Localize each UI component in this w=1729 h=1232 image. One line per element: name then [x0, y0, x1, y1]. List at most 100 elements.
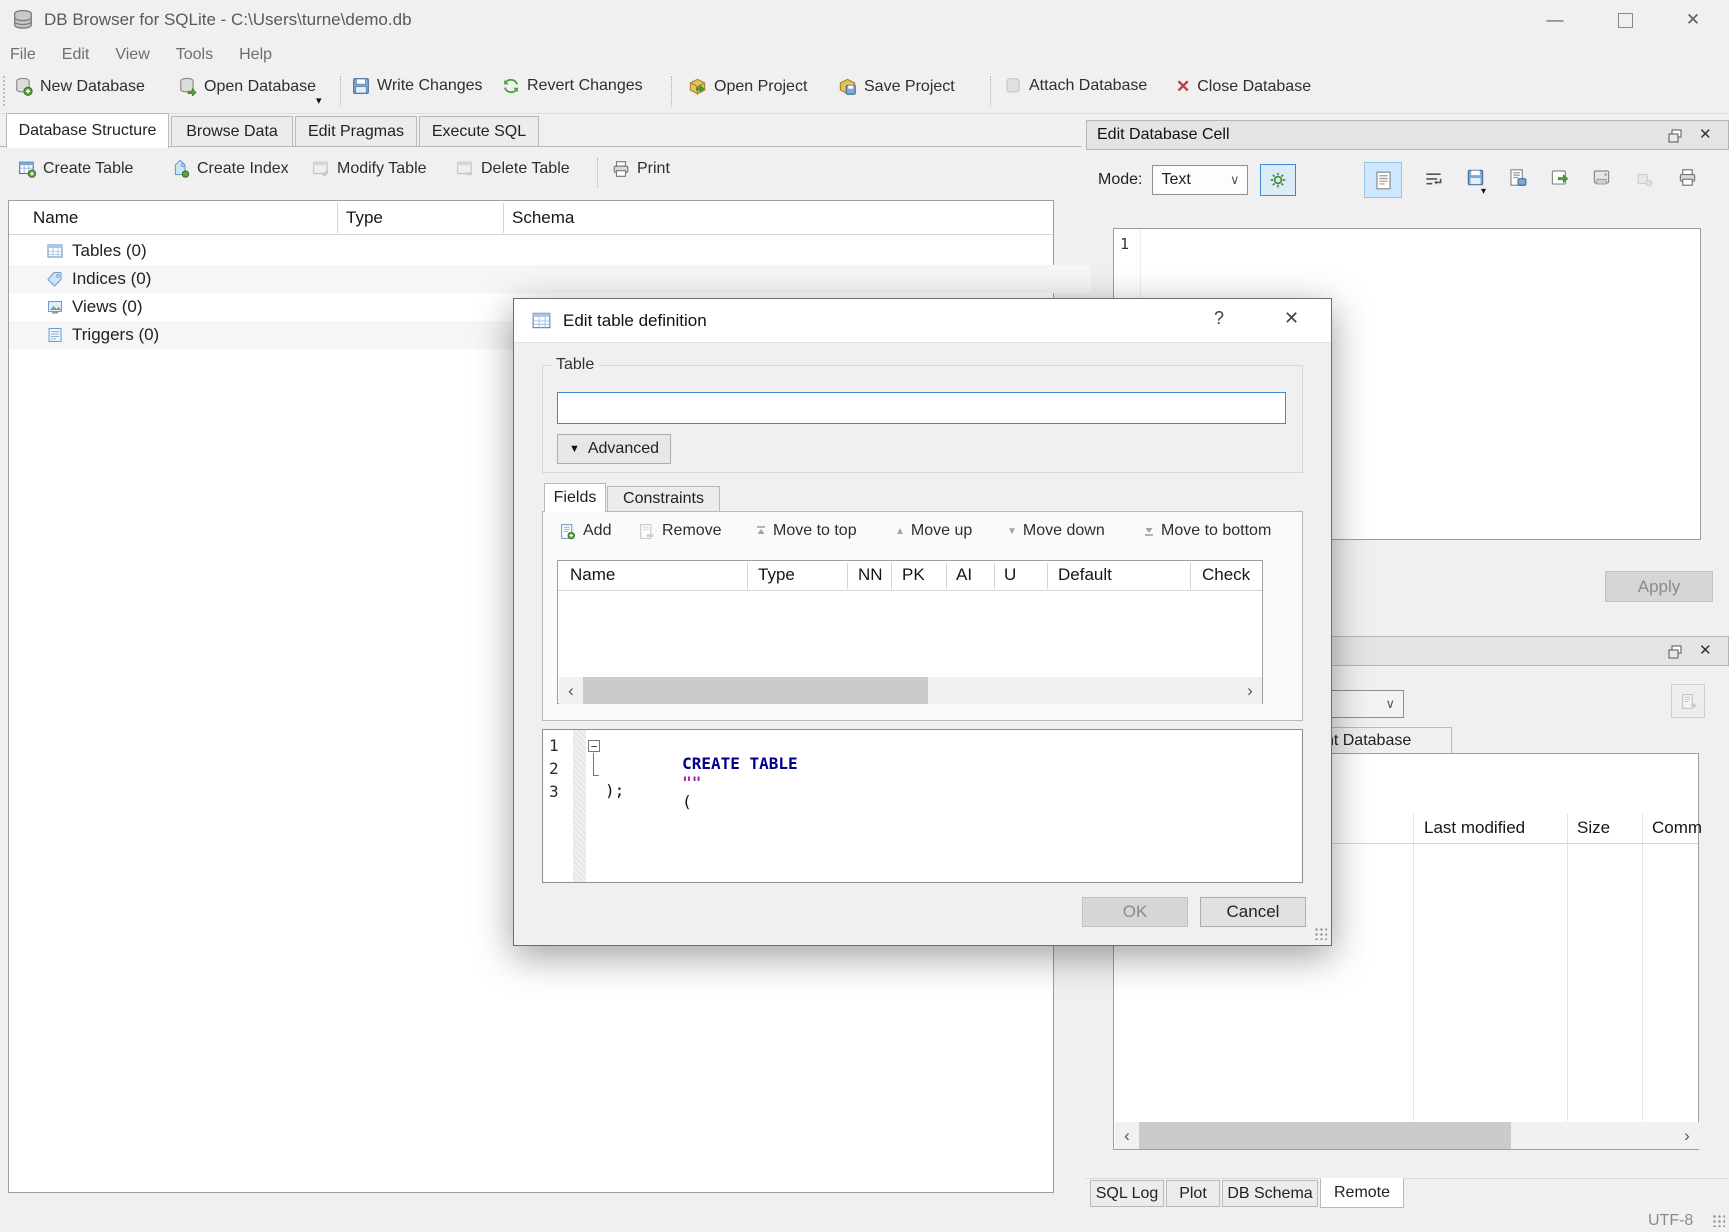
scroll-right-icon[interactable]: ›	[1675, 1126, 1699, 1146]
menu-view[interactable]: View	[115, 46, 149, 64]
tab-edit-pragmas[interactable]: Edit Pragmas	[295, 116, 417, 147]
delete-table-button: Delete Table	[456, 160, 570, 178]
cancel-button[interactable]: Cancel	[1200, 897, 1306, 927]
encoding-status[interactable]: UTF-8	[1648, 1212, 1693, 1230]
scroll-right-icon[interactable]: ›	[1238, 681, 1262, 701]
open-database-button[interactable]: Open Database	[178, 77, 316, 96]
toolbar-separator	[990, 76, 991, 106]
col-name[interactable]: Name	[570, 565, 615, 585]
open-database-dropdown-caret[interactable]: ▾	[316, 94, 322, 107]
tree-col-type[interactable]: Type	[346, 208, 383, 228]
col-size[interactable]: Size	[1577, 818, 1610, 838]
close-database-button[interactable]: ✕ Close Database	[1176, 77, 1311, 97]
help-button[interactable]: ?	[1214, 308, 1224, 329]
fold-marker-icon[interactable]: −	[588, 740, 600, 752]
import-text-icon[interactable]	[1466, 168, 1485, 187]
dialog-close-button[interactable]: ✕	[1284, 308, 1299, 329]
tab-sql-log[interactable]: SQL Log	[1090, 1180, 1164, 1207]
write-changes-button[interactable]: Write Changes	[352, 77, 483, 95]
menu-edit[interactable]: Edit	[62, 46, 90, 64]
chevron-down-icon: ∨	[1230, 172, 1240, 188]
toolbar-grip[interactable]	[3, 76, 8, 106]
create-table-button[interactable]: Create Table	[18, 160, 133, 178]
add-field-button[interactable]: Add	[559, 522, 611, 540]
save-dropdown-caret[interactable]: ▾	[1481, 186, 1486, 197]
minimize-button[interactable]: —	[1532, 0, 1578, 40]
float-panel-icon[interactable]	[1668, 129, 1682, 143]
tab-constraints[interactable]: Constraints	[607, 486, 720, 512]
col-type[interactable]: Type	[758, 565, 795, 585]
save-project-icon	[838, 77, 857, 96]
table-definition-icon	[532, 311, 551, 330]
mode-select[interactable]: Text ∨	[1152, 165, 1248, 195]
col-check[interactable]: Check	[1202, 565, 1250, 585]
tree-col-schema[interactable]: Schema	[512, 208, 574, 228]
close-button[interactable]: ✕	[1670, 0, 1716, 40]
remote-hscrollbar[interactable]: ‹ ›	[1115, 1122, 1699, 1149]
new-database-button[interactable]: New Database	[14, 77, 145, 96]
tree-item-indices[interactable]: Indices (0)	[9, 265, 1091, 293]
table-name-input[interactable]	[557, 392, 1286, 424]
open-project-icon	[688, 77, 707, 96]
dialog-title: Edit table definition	[563, 311, 707, 331]
maximize-icon	[1618, 13, 1633, 28]
menu-help[interactable]: Help	[239, 46, 272, 64]
col-default[interactable]: Default	[1058, 565, 1112, 585]
table-group-label: Table	[551, 356, 599, 374]
open-in-external-icon[interactable]	[1550, 168, 1569, 187]
fields-hscrollbar[interactable]: ‹ ›	[559, 677, 1262, 704]
col-comment[interactable]: Comm	[1652, 818, 1702, 838]
sql-line-3: );	[605, 781, 624, 800]
tab-plot[interactable]: Plot	[1166, 1180, 1220, 1207]
col-nn[interactable]: NN	[858, 565, 883, 585]
scroll-left-icon[interactable]: ‹	[559, 681, 583, 701]
print-button[interactable]: Print	[612, 160, 670, 178]
tab-fields[interactable]: Fields	[544, 483, 606, 512]
col-pk[interactable]: PK	[902, 565, 925, 585]
edit-cell-panel-header: Edit Database Cell ✕	[1086, 120, 1729, 150]
word-wrap-icon[interactable]	[1424, 170, 1443, 189]
tab-db-schema[interactable]: DB Schema	[1222, 1180, 1318, 1207]
print-icon[interactable]	[1678, 168, 1697, 187]
tab-database-structure[interactable]: Database Structure	[6, 113, 169, 148]
sql-paren: (	[682, 792, 692, 811]
revert-changes-button[interactable]: Revert Changes	[502, 77, 643, 95]
open-project-button[interactable]: Open Project	[688, 77, 807, 96]
mode-label: Mode:	[1098, 171, 1142, 189]
tab-execute-sql[interactable]: Execute SQL	[419, 116, 539, 147]
tab-browse-data[interactable]: Browse Data	[171, 116, 293, 147]
tab-remote[interactable]: Remote	[1320, 1178, 1404, 1208]
edit-cell-panel-title: Edit Database Cell	[1097, 126, 1230, 144]
auto-switch-mode-button[interactable]	[1260, 164, 1296, 196]
scrollbar-thumb[interactable]	[583, 677, 928, 704]
advanced-toggle-button[interactable]: ▼ Advanced	[557, 434, 671, 464]
save-project-button[interactable]: Save Project	[838, 77, 955, 96]
create-index-button[interactable]: Create Index	[172, 160, 289, 178]
col-last-modified[interactable]: Last modified	[1424, 818, 1525, 838]
fields-tab-pane: Add Remove Move to top ▲ Move up	[542, 511, 1303, 721]
maximize-button[interactable]	[1602, 0, 1648, 40]
close-panel-icon[interactable]: ✕	[1699, 125, 1712, 143]
col-u[interactable]: U	[1004, 565, 1016, 585]
menu-tools[interactable]: Tools	[176, 46, 213, 64]
menu-file[interactable]: File	[10, 46, 36, 64]
col-ai[interactable]: AI	[956, 565, 972, 585]
scrollbar-thumb[interactable]	[1139, 1122, 1511, 1149]
sql-preview-editor[interactable]: 1 2 3 − CREATE TABLE "" ( );	[542, 729, 1303, 883]
index-tag-icon	[47, 271, 63, 287]
move-to-bottom-icon	[1143, 525, 1155, 537]
dialog-titlebar[interactable]: Edit table definition ? ✕	[514, 299, 1331, 343]
remove-field-button: Remove	[638, 522, 722, 540]
dialog-resize-grip[interactable]	[1314, 927, 1327, 940]
float-panel-icon[interactable]	[1668, 645, 1682, 659]
tree-col-name[interactable]: Name	[33, 208, 78, 228]
export-text-icon[interactable]	[1508, 168, 1527, 187]
resize-grip[interactable]	[1712, 1214, 1725, 1227]
close-panel-icon[interactable]: ✕	[1699, 641, 1712, 659]
scroll-left-icon[interactable]: ‹	[1115, 1126, 1139, 1146]
text-mode-button[interactable]	[1364, 162, 1402, 198]
print-cell-icon[interactable]	[1592, 168, 1611, 187]
upload-file-icon	[1680, 693, 1697, 710]
tree-item-tables[interactable]: Tables (0)	[9, 237, 1091, 265]
window-title: DB Browser for SQLite - C:\Users\turne\d…	[44, 10, 412, 30]
